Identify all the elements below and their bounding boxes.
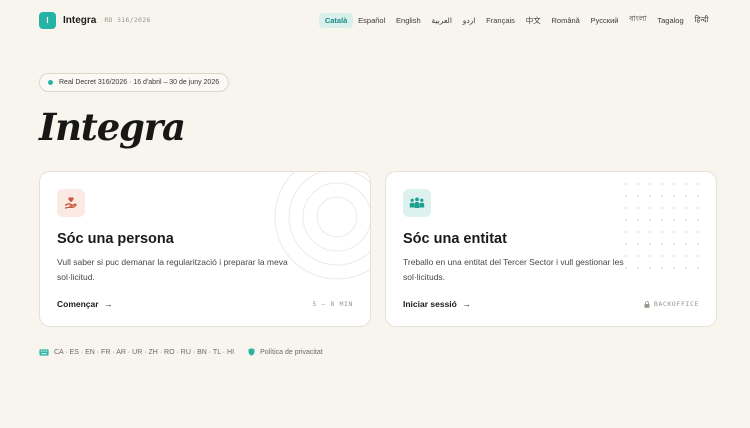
duration-text: 5 – 8 MIN — [312, 300, 353, 308]
arrow-right-icon: → — [461, 299, 471, 309]
lang-es[interactable]: Español — [353, 13, 391, 28]
entity-card-description: Treballo en una entitat del Tercer Secto… — [403, 257, 624, 282]
start-button[interactable]: Començar → — [57, 299, 113, 309]
brand-decree: RD 316/2026 — [104, 16, 151, 24]
lang-ru[interactable]: Русский — [585, 13, 624, 28]
backoffice-label: BACKOFFICE — [644, 300, 699, 308]
status-dot-icon — [48, 80, 53, 85]
lang-ur[interactable]: اردو — [457, 13, 480, 28]
lang-ro[interactable]: Română — [546, 13, 585, 28]
group-people-icon — [409, 197, 425, 208]
login-button-label: Iniciar sessió — [403, 299, 457, 309]
page-title: Integra — [39, 105, 186, 149]
arrow-right-icon: → — [103, 299, 113, 309]
lang-fr[interactable]: Français — [481, 13, 521, 28]
top-bar: I Integra RD 316/2026 Català Español Eng… — [39, 11, 714, 29]
start-button-label: Començar — [57, 299, 99, 309]
language-switcher: Català Español English العربية اردو Fran… — [319, 11, 714, 29]
privacy-policy-link[interactable]: Política de privacitat — [260, 349, 323, 356]
hand-heart-icon — [64, 197, 77, 209]
shield-icon — [248, 348, 255, 356]
person-card-title: Sóc una persona — [57, 231, 174, 247]
entity-card[interactable]: Sóc una entitat Treballo en una entitat … — [385, 171, 717, 327]
person-card-description: Vull saber si puc demanar la regularitza… — [57, 257, 288, 282]
keyboard-icon — [39, 348, 49, 356]
person-card[interactable]: Sóc una persona Vull saber si puc demana… — [39, 171, 371, 327]
person-icon-tile — [57, 189, 85, 217]
lang-en[interactable]: English — [391, 13, 426, 28]
duration-label: 5 – 8 MIN — [312, 300, 353, 308]
footer: CA · ES · EN · FR · AR · UR · ZH · RO · … — [39, 348, 323, 356]
lang-bn[interactable]: বাংলা — [624, 11, 652, 29]
lang-ar[interactable]: العربية — [426, 13, 457, 28]
entity-icon-tile — [403, 189, 431, 217]
login-button[interactable]: Iniciar sessió → — [403, 299, 471, 309]
decree-badge-text: Real Decret 316/2026 · 16 d'abril – 30 d… — [59, 79, 220, 86]
lock-icon — [644, 300, 650, 308]
lang-zh[interactable]: 中文 — [520, 12, 546, 29]
lang-hi[interactable]: हिन्दी — [689, 12, 714, 28]
entity-card-title: Sóc una entitat — [403, 231, 507, 247]
lang-tl[interactable]: Tagalog — [652, 13, 689, 28]
decree-badge: Real Decret 316/2026 · 16 d'abril – 30 d… — [39, 73, 230, 92]
brand-name[interactable]: Integra — [63, 15, 96, 26]
logo-icon[interactable]: I — [39, 11, 56, 29]
backoffice-text: BACKOFFICE — [653, 300, 699, 308]
footer-languages[interactable]: CA · ES · EN · FR · AR · UR · ZH · RO · … — [54, 349, 234, 356]
lang-ca[interactable]: Català — [319, 12, 353, 28]
